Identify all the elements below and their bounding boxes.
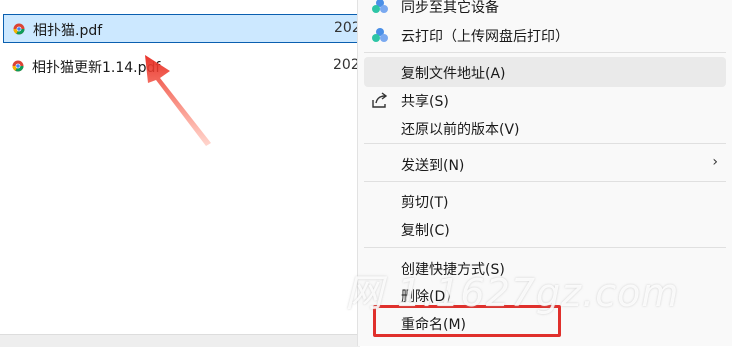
chrome-pdf-icon: [13, 23, 25, 35]
menu-item-label: 发送到(N): [401, 158, 465, 174]
menu-item-label: 共享(S): [401, 94, 449, 110]
menu-item-cloud-print[interactable]: 云打印（上传网盘后打印）: [364, 20, 726, 50]
file-row[interactable]: 相扑猫更新1.14.pdf 202: [3, 52, 360, 81]
status-bar: [0, 334, 360, 347]
chrome-pdf-icon: [12, 60, 24, 72]
file-list: 相扑猫.pdf 202 相扑猫更新1.14.pdf 202: [0, 0, 361, 347]
cloud-print-icon: [372, 28, 388, 42]
menu-item-cut[interactable]: 剪切(T): [364, 186, 726, 216]
menu-item-sync-devices[interactable]: 同步至其它设备: [364, 0, 726, 21]
menu-item-copy-path[interactable]: 复制文件地址(A): [364, 57, 726, 87]
menu-item-label: 云打印（上传网盘后打印）: [401, 29, 569, 45]
menu-separator: [364, 181, 726, 182]
file-row-selected[interactable]: 相扑猫.pdf 202: [3, 14, 361, 43]
sync-devices-icon: [372, 0, 388, 13]
watermark: 网 1.1627gz.com: [345, 271, 680, 315]
menu-item-copy[interactable]: 复制(C): [364, 214, 726, 244]
menu-item-label: 同步至其它设备: [401, 0, 499, 16]
menu-item-label: 还原以前的版本(V): [401, 122, 520, 138]
menu-item-label: 剪切(T): [401, 195, 449, 211]
menu-item-label: 复制文件地址(A): [401, 66, 506, 82]
menu-separator: [364, 143, 726, 144]
file-name: 相扑猫.pdf: [33, 23, 103, 39]
menu-item-restore-versions[interactable]: 还原以前的版本(V): [364, 113, 726, 143]
menu-separator: [364, 247, 726, 248]
menu-separator: [364, 52, 726, 53]
file-date: 202: [333, 57, 360, 73]
chevron-right-icon: ›: [712, 154, 718, 170]
menu-item-send-to[interactable]: 发送到(N) ›: [364, 149, 726, 179]
share-icon: [372, 92, 388, 108]
menu-item-share[interactable]: 共享(S): [364, 85, 726, 115]
file-name: 相扑猫更新1.14.pdf: [32, 60, 161, 76]
menu-item-label: 复制(C): [401, 223, 450, 239]
